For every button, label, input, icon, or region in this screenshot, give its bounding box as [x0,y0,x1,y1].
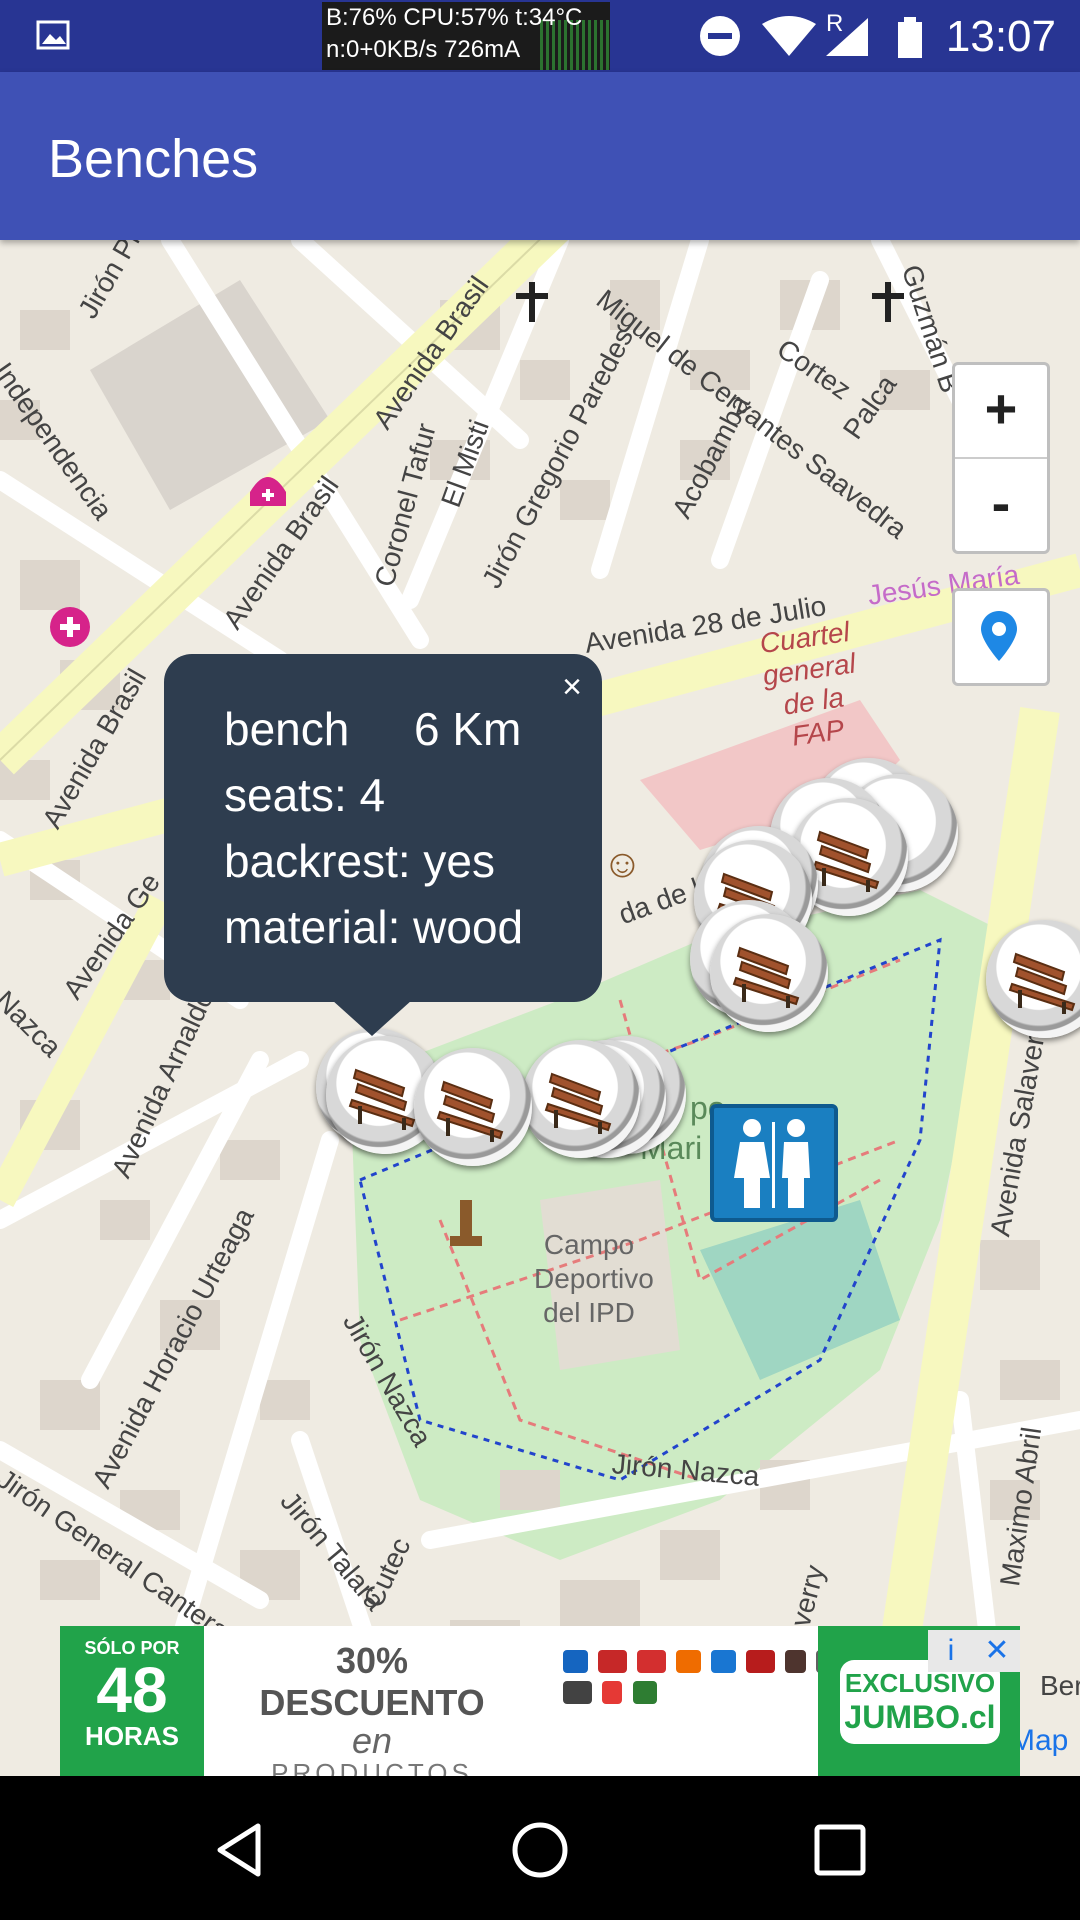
ad-headline: 30% DESCUENTO [259,1640,485,1723]
ad-en: en [351,1720,393,1761]
poi-label: Cuartel general de la FAP [757,615,858,752]
popup-distance: 6 Km [414,703,522,755]
back-icon[interactable] [210,1820,270,1880]
street-label: Beri [1040,1670,1080,1701]
app-bar: Benches [0,72,1080,240]
popup-backrest: backrest: yes [224,835,495,887]
ad-headline-block: 30% DESCUENTO en PRODUCTOS seleccionados [222,1640,522,1776]
bench-icon [732,946,800,1008]
roaming-icon: R [826,10,844,37]
my-location-button[interactable] [952,588,1050,686]
popup-material: material: wood [224,901,524,953]
bench-marker[interactable] [522,1040,640,1158]
dnd-icon [700,16,740,56]
ad-info-icon[interactable]: i [928,1630,974,1672]
location-pin-icon [981,611,1017,661]
battery-icon [898,17,922,58]
ad-banner[interactable]: SÓLO POR 48 HORAS 30% DESCUENTO en PRODU… [60,1626,1020,1776]
ad-left-num: 48 [96,1654,168,1726]
home-icon[interactable] [510,1820,570,1880]
navigation-bar [0,1776,1080,1920]
bench-marker[interactable] [414,1048,532,1166]
app-title: Benches [48,129,259,189]
map-view[interactable]: Jirón Pich Independencia Avenida Brasil … [0,240,1080,1776]
bench-icon [1008,952,1076,1014]
status-bar: B:76% CPU:57% t:34°C n:0+0KB/s 726mA R 1… [0,0,1080,72]
ad-productos: PRODUCTOS [271,1758,473,1776]
theatre-icon: ☺ [602,842,643,886]
popup-close-button[interactable]: × [562,668,582,707]
wifi-icon [762,16,816,56]
bench-icon [348,1068,416,1130]
bench-icon [544,1072,612,1134]
debug-overlay: B:76% CPU:57% t:34°C n:0+0KB/s 726mA [322,2,610,70]
zoom-in-button[interactable]: + [955,365,1047,457]
bench-icon [436,1080,504,1142]
bench-info-popup: × bench 6 Km seats: 4 backrest: yes mate… [164,654,602,1036]
popup-title: bench [224,703,350,755]
popup-seats: seats: 4 [224,769,386,821]
bench-icon [812,830,880,892]
ad-cta-bottom: JUMBO.cl [844,1699,996,1735]
zoom-out-button[interactable]: - [955,457,1047,551]
zoom-control: + - [952,362,1050,554]
poi-label: Campo Deportivo del IPD [534,1229,654,1328]
clock: 13:07 [945,12,1056,61]
gallery-icon [36,20,70,50]
ad-cta-box[interactable]: EXCLUSIVO JUMBO.cl [840,1660,1000,1744]
ad-left-bottom: HORAS [85,1721,179,1751]
debug-line-2: n:0+0KB/s 726mA [326,36,521,63]
recents-icon[interactable] [810,1820,870,1880]
status-icons [700,16,922,58]
restroom-icon[interactable] [710,1104,838,1222]
ad-brand-logos [560,1646,850,1758]
ad-choices: i ✕ [928,1630,1020,1672]
ad-left-panel: SÓLO POR 48 HORAS [60,1626,204,1776]
debug-line-1: B:76% CPU:57% t:34°C [326,4,583,31]
ad-cta-top: EXCLUSIVO [844,1668,996,1698]
ad-close-icon[interactable]: ✕ [974,1630,1020,1672]
bench-marker[interactable] [710,914,828,1032]
